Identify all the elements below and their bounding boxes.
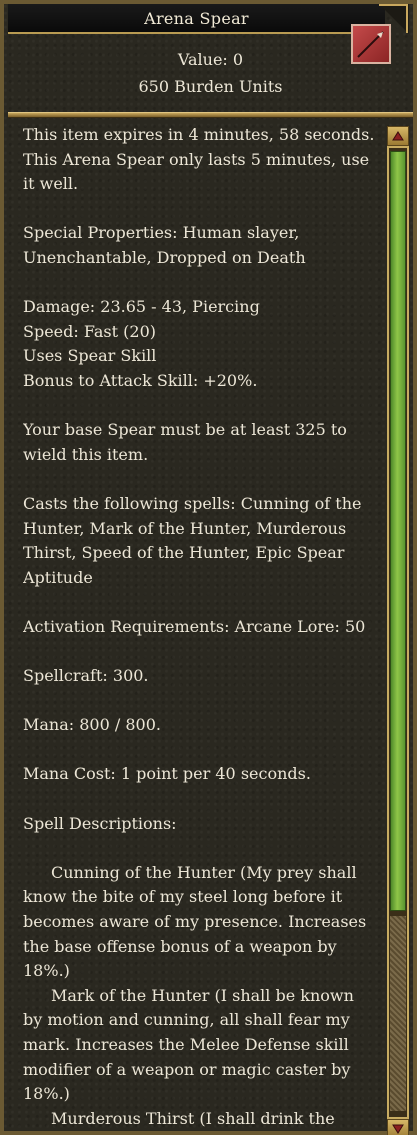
scroll-down-button[interactable]	[387, 1119, 409, 1135]
casts-spells-line: Casts the following spells: Cunning of t…	[23, 493, 362, 513]
item-burden: 650 Burden Units	[138, 77, 283, 96]
spell-description-line: becomes aware of my presence. Increases	[23, 912, 367, 931]
special-properties-line: Special Properties: Human slayer,	[23, 223, 300, 243]
spell-description-line: know the bite of my steel long before it	[23, 887, 343, 907]
wield-requirement-line: wield this item.	[23, 444, 149, 464]
spell-description-line: modifier of a weapon or magic caster by	[23, 1059, 351, 1079]
casts-spells-line: Thirst, Speed of the Hunter, Epic Spear	[23, 543, 345, 563]
item-description: This item expires in 4 minutes, 58 secon…	[23, 123, 385, 1135]
expires-line: This item expires in 4 minutes, 58 secon…	[23, 125, 375, 144]
description-scrollbar[interactable]	[387, 126, 409, 1135]
spell-description-line: 18%.)	[23, 961, 70, 981]
spell-description-line: by motion and cunning, all shall fear my	[23, 1010, 350, 1030]
spell-description-line: mark. Increases the Melee Defense skill	[23, 1034, 349, 1054]
casts-spells-line: Hunter, Mark of the Hunter, Murderous	[23, 518, 347, 538]
scroll-thumb[interactable]	[390, 151, 406, 911]
special-properties-line: Unenchantable, Dropped on Death	[23, 247, 306, 267]
spear-icon	[351, 24, 391, 64]
spellcraft: Spellcraft: 300.	[23, 666, 149, 686]
mana-cost: Mana Cost: 1 point per 40 seconds.	[23, 764, 311, 784]
speed-line: Speed: Fast (20)	[23, 321, 156, 341]
window-title: Arena Spear	[144, 8, 249, 28]
spell-description-line: the base offense bonus of a weapon by	[23, 936, 337, 956]
activation-requirements: Activation Requirements: Arcane Lore: 50	[23, 616, 366, 636]
scroll-up-button[interactable]	[387, 126, 409, 146]
spell-description-line: Murderous Thirst (I shall drink the	[51, 1108, 335, 1128]
wield-requirement-line: Your base Spear must be at least 325 to	[23, 420, 347, 440]
expires-line: This Arena Spear only lasts 5 minutes, u…	[23, 149, 370, 169]
attack-bonus-line: Bonus to Attack Skill: +20%.	[23, 370, 258, 390]
window-titlebar[interactable]: Arena Spear	[8, 4, 385, 34]
skill-line: Uses Spear Skill	[23, 346, 157, 366]
spell-description-line: 18%.)	[23, 1084, 70, 1104]
damage-line: Damage: 23.65 - 43, Piercing	[23, 297, 260, 317]
spell-description-line: Cunning of the Hunter (My prey shall	[51, 862, 357, 882]
scroll-track-lower[interactable]	[390, 916, 406, 1111]
casts-spells-line: Aptitude	[23, 567, 93, 587]
header-divider	[8, 112, 413, 118]
spell-description-line: Mark of the Hunter (I shall be known	[51, 985, 354, 1005]
expires-line: it well.	[23, 174, 79, 194]
spell-descriptions-header: Spell Descriptions:	[23, 813, 177, 833]
item-examine-panel: Arena Spear Value: 0 650 Burden Units Th…	[0, 0, 417, 1135]
scroll-down-arrow-icon	[392, 1124, 404, 1134]
mana: Mana: 800 / 800.	[23, 715, 161, 735]
scroll-up-arrow-icon	[392, 131, 404, 141]
